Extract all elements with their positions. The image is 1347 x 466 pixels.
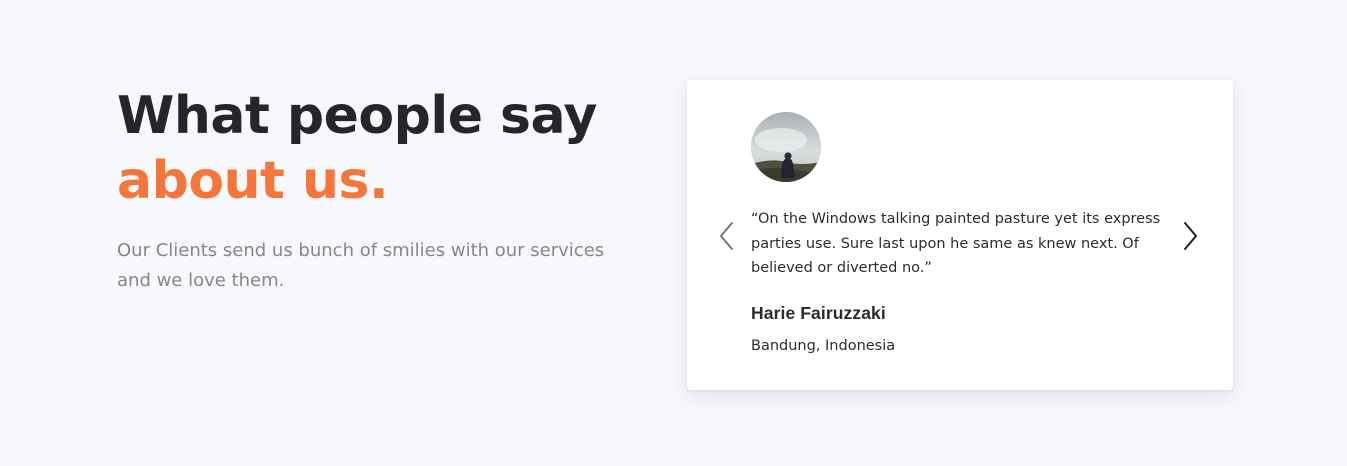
section-subtitle: Our Clients send us bunch of smilies wit… — [117, 240, 605, 291]
testimonials-intro: What people say about us. Our Clients se… — [117, 84, 637, 296]
chevron-left-icon — [720, 222, 733, 250]
testimonial-author-location: Bandung, Indonesia — [751, 338, 896, 354]
user-avatar-photo — [751, 112, 821, 182]
next-testimonial-button[interactable] — [1179, 220, 1201, 252]
section-title-line-1: What people say — [117, 86, 597, 146]
section-title: What people say about us. — [117, 84, 637, 214]
testimonial-author-name: Harie Fairuzzaki — [751, 303, 886, 323]
chevron-right-icon — [1184, 222, 1197, 250]
avatar — [751, 112, 821, 182]
testimonials-section: What people say about us. Our Clients se… — [0, 0, 1347, 466]
section-title-accent: about us. — [117, 151, 389, 211]
testimonial-card: “On the Windows talking painted pasture … — [687, 80, 1233, 390]
testimonial-quote: “On the Windows talking painted pasture … — [751, 211, 1161, 276]
previous-testimonial-button[interactable] — [716, 220, 738, 252]
